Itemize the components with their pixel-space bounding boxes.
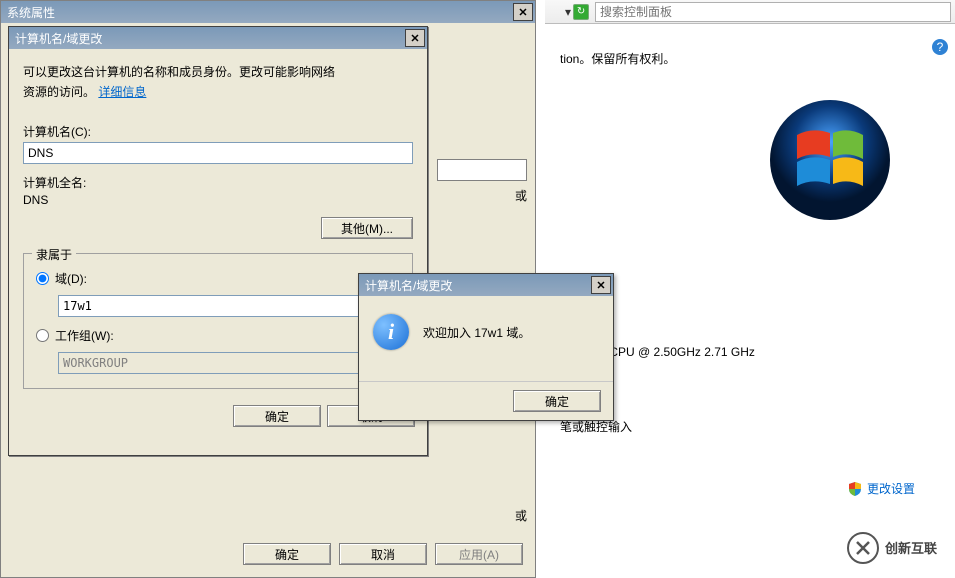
system-properties-title: 系统属性 (7, 4, 55, 21)
domain-input[interactable] (58, 295, 388, 317)
member-of-legend: 隶属于 (32, 246, 76, 263)
close-icon[interactable]: ✕ (591, 276, 611, 294)
close-icon[interactable]: ✕ (405, 29, 425, 47)
close-icon[interactable]: ✕ (513, 3, 533, 21)
welcome-titlebar[interactable]: 计算机名/域更改 ✕ (359, 274, 613, 296)
partial-text-behind-2: 或 (515, 507, 527, 524)
domain-ok-button[interactable]: 确定 (233, 405, 321, 427)
domain-radio-row: 域(D): (36, 270, 400, 287)
domain-radio[interactable] (36, 272, 49, 285)
full-name-label: 计算机全名: (23, 174, 413, 191)
member-of-group: 隶属于 域(D): 工作组(W): (23, 253, 413, 389)
info-icon: i (373, 314, 409, 350)
change-settings-label: 更改设置 (867, 480, 915, 497)
computer-name-label: 计算机名(C): (23, 123, 413, 140)
sysprops-cancel-button[interactable]: 取消 (339, 543, 427, 565)
computer-name-input[interactable] (23, 142, 413, 164)
address-search-bar: ▾ ↻ (545, 0, 955, 24)
partial-text-behind: 或 (515, 187, 527, 204)
domain-description-line2: 资源的访问。 详细信息 (23, 83, 413, 101)
desc-prefix: 资源的访问。 (23, 85, 95, 99)
refresh-icon[interactable]: ↻ (573, 4, 589, 20)
welcome-title: 计算机名/域更改 (365, 277, 452, 294)
change-settings-link[interactable]: 更改设置 (847, 480, 915, 497)
svg-text:创新互联: 创新互联 (884, 541, 937, 556)
full-name-value: DNS (23, 193, 413, 207)
welcome-ok-button[interactable]: 确定 (513, 390, 601, 412)
shield-icon (847, 481, 863, 497)
domain-radio-label: 域(D): (55, 270, 87, 287)
search-input[interactable] (595, 2, 951, 22)
workgroup-radio[interactable] (36, 329, 49, 342)
sysprops-ok-button[interactable]: 确定 (243, 543, 331, 565)
workgroup-radio-label: 工作组(W): (55, 327, 114, 344)
details-link[interactable]: 详细信息 (98, 85, 146, 99)
history-dropdown-icon[interactable]: ▾ (565, 5, 571, 19)
windows-logo (765, 95, 895, 225)
sysprops-apply-button[interactable]: 应用(A) (435, 543, 523, 565)
rights-text-fragment: tion。保留所有权利。 (560, 50, 945, 67)
other-button[interactable]: 其他(M)... (321, 217, 413, 239)
domain-description-line1: 可以更改这台计算机的名称和成员身份。更改可能影响网络 (23, 63, 413, 81)
workgroup-radio-row: 工作组(W): (36, 327, 400, 344)
system-properties-titlebar[interactable]: 系统属性 ✕ (1, 1, 535, 23)
welcome-message-text: 欢迎加入 17w1 域。 (423, 324, 530, 341)
welcome-message-dialog: 计算机名/域更改 ✕ i 欢迎加入 17w1 域。 确定 (358, 273, 614, 421)
domain-change-title: 计算机名/域更改 (15, 30, 102, 47)
domain-change-titlebar[interactable]: 计算机名/域更改 ✕ (9, 27, 427, 49)
brand-watermark: 创新互联 (845, 528, 945, 568)
workgroup-input (58, 352, 388, 374)
partial-input-behind[interactable] (437, 159, 527, 181)
